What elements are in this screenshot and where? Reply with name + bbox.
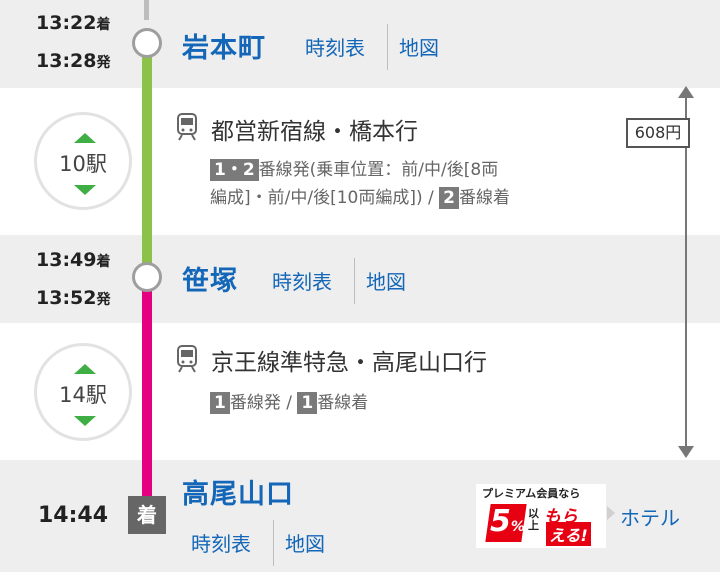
timetable-link[interactable]: 時刻表	[305, 32, 365, 61]
fare-label: 608円	[626, 118, 690, 148]
platform-info: 1・2 番線発(乗車位置：前/中/後[8両	[210, 156, 498, 184]
arrival-platform-badge: 2	[439, 187, 459, 209]
timetable-link[interactable]: 時刻表	[272, 266, 332, 295]
departure-platform-badge: 1・2	[210, 159, 259, 181]
ad-word2: える!	[546, 522, 591, 546]
route-line-green	[142, 46, 152, 266]
departure-platform-badge: 1	[210, 392, 230, 414]
ad-small: 以上	[528, 507, 539, 532]
station-node	[132, 262, 162, 292]
platform-info-cont: 編成]・前/中/後[10両編成]) / 2 番線着	[210, 184, 510, 212]
divider	[387, 24, 388, 70]
departure-time: 13:52発	[36, 287, 111, 309]
map-link[interactable]: 地図	[366, 266, 406, 295]
ad-percent: 5%	[490, 504, 525, 539]
arrival-time: 13:49着	[36, 249, 111, 271]
divider	[354, 258, 355, 304]
expand-up-icon	[74, 133, 96, 143]
station-name[interactable]: 岩本町	[182, 26, 266, 65]
premium-ad-banner[interactable]: プレミアム会員なら 5% 以上 もら える!	[476, 484, 606, 548]
stop-count-toggle[interactable]: 14駅	[34, 343, 132, 441]
expand-up-icon	[74, 364, 96, 374]
arrival-platform-badge: 1	[297, 392, 318, 414]
ad-headline: プレミアム会員なら	[482, 487, 581, 500]
arrival-badge: 着	[128, 496, 166, 534]
expand-down-icon	[74, 185, 96, 195]
train-line-name: 都営新宿線・橋本行	[211, 119, 418, 145]
divider	[273, 520, 274, 566]
map-link[interactable]: 地図	[399, 32, 439, 61]
expand-down-icon	[74, 416, 96, 426]
fare-arrow-up-icon	[678, 86, 694, 98]
stop-count: 14駅	[59, 383, 107, 407]
timetable-link[interactable]: 時刻表	[191, 528, 251, 557]
hotel-link[interactable]: ホテル	[620, 502, 680, 531]
platform-text: 番線着	[317, 393, 369, 413]
train-icon	[177, 113, 197, 141]
ad-pointer-icon	[607, 506, 615, 520]
station-node	[132, 28, 162, 58]
map-link[interactable]: 地図	[285, 528, 325, 557]
platform-info: 1 番線発 / 1 番線着	[210, 389, 368, 417]
station-name[interactable]: 高尾山口	[182, 472, 294, 511]
stop-count: 10駅	[59, 152, 107, 176]
stop-count-toggle[interactable]: 10駅	[34, 112, 132, 210]
train-line-name: 京王線準特急・高尾山口行	[211, 350, 487, 376]
route-line-before	[144, 0, 149, 20]
train-icon	[177, 345, 197, 373]
platform-text: 編成]・前/中/後[10両編成]) /	[210, 188, 440, 208]
platform-text: 番線着	[459, 188, 510, 208]
arrival-time: 13:22着	[36, 12, 111, 34]
route-line-pink	[142, 280, 152, 500]
arrival-time: 14:44	[38, 503, 109, 528]
fare-arrow-down-icon	[678, 446, 694, 458]
departure-time: 13:28発	[36, 50, 111, 72]
platform-text: 番線発(乗車位置：前/中/後[8両	[258, 160, 499, 180]
station-name[interactable]: 笹塚	[182, 259, 238, 298]
platform-text: 番線発 /	[229, 393, 298, 413]
